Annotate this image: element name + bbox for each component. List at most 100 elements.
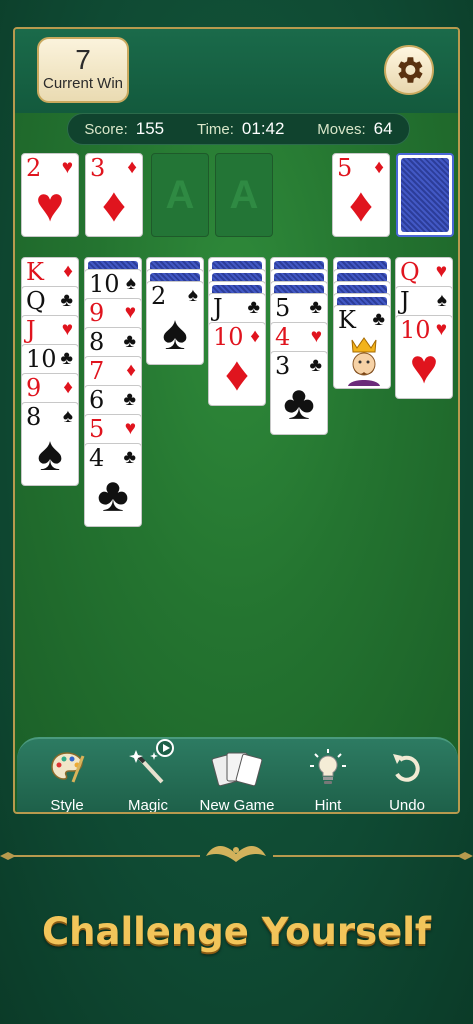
tableau-card[interactable]: 8 ♠ ♠ — [21, 402, 79, 486]
club-large-icon: ♣ — [283, 377, 315, 430]
moves-label: Moves: — [317, 121, 366, 138]
cards-icon — [211, 752, 263, 787]
heart-icon: ♥ — [61, 319, 73, 340]
score-stat: Score: 155 — [84, 119, 164, 139]
card-rank: Q — [400, 258, 420, 286]
card-rank: J — [400, 287, 410, 315]
tableau-card[interactable]: 4 ♣ ♣ — [84, 443, 142, 527]
diamond-icon: ♦ — [126, 360, 136, 381]
heart-icon: ♥ — [124, 302, 136, 323]
tableau-card[interactable]: K ♣ — [333, 305, 391, 389]
new-game-button[interactable]: New Game — [197, 747, 277, 812]
magic-button[interactable]: Magic — [108, 739, 188, 812]
app-background: 7 Current Win Score: 155 Time: 01:42 Moves… — [0, 0, 473, 1024]
settings-button[interactable] — [384, 45, 434, 95]
ornamental-divider — [0, 846, 473, 862]
style-button[interactable]: Style — [27, 747, 107, 814]
stats-bar: Score: 155 Time: 01:42 Moves: 64 — [67, 113, 410, 145]
card-rank: 8 — [89, 328, 105, 356]
time-value: 01:42 — [241, 119, 285, 138]
card-rank: 9 — [26, 374, 42, 402]
foundation-card[interactable]: 3 ♦ ♦ — [85, 153, 143, 237]
card-rank: 7 — [89, 357, 105, 385]
club-icon: ♣ — [60, 348, 73, 369]
current-win-value: 7 — [75, 44, 91, 75]
empty-foundation-slot[interactable]: A — [215, 153, 273, 237]
foundation-placeholder-label: A — [165, 172, 195, 217]
spade-large-icon: ♠ — [162, 307, 188, 360]
heart-icon: ♥ — [435, 319, 447, 340]
undo-button[interactable]: Undo — [367, 747, 447, 814]
card-rank: 3 — [275, 352, 291, 380]
heart-icon: ♥ — [310, 326, 322, 347]
hint-button[interactable]: Hint — [288, 747, 368, 812]
card-rank: 10 — [89, 270, 120, 298]
card-rank: K — [338, 306, 356, 334]
undo-label: Undo — [389, 797, 425, 814]
card-rank: J — [26, 316, 36, 344]
tableau-card[interactable]: 10 ♥ ♥ — [395, 315, 453, 399]
moves-value: 64 — [373, 119, 393, 138]
heart-icon: ♥ — [435, 261, 447, 282]
card-rank: Q — [26, 287, 46, 315]
card-rank: 4 — [89, 444, 105, 472]
heart-icon: ♥ — [124, 418, 136, 439]
diamond-large-icon: ♦ — [224, 348, 250, 401]
empty-foundation-slot[interactable]: A — [151, 153, 209, 237]
card-rank: K — [26, 258, 44, 286]
club-icon: ♣ — [309, 297, 322, 318]
card-rank: 10 — [26, 345, 57, 373]
foundation-card[interactable]: 2 ♥ ♥ — [21, 153, 79, 237]
diamond-icon: ♦ — [63, 377, 73, 398]
bottom-toolbar: Style Magic New Game Hint Undo — [17, 737, 458, 814]
diamond-icon: ♦ — [250, 326, 260, 347]
diamond-icon: ♦ — [127, 157, 137, 178]
tableau-card[interactable]: 3 ♣ ♣ — [270, 351, 328, 435]
tableau-card[interactable]: 2 ♠ ♠ — [146, 281, 204, 365]
club-icon: ♣ — [123, 447, 136, 468]
card-rank: 5 — [337, 154, 353, 182]
card-rank: 2 — [26, 154, 42, 182]
gear-icon — [398, 57, 423, 83]
score-value: 155 — [135, 119, 165, 138]
card-rank: 2 — [151, 282, 167, 310]
card-rank: 5 — [89, 415, 105, 443]
spade-icon: ♠ — [125, 273, 136, 294]
game-board: 7 Current Win Score: 155 Time: 01:42 Moves… — [13, 27, 460, 814]
moves-stat: Moves: 64 — [317, 119, 392, 139]
style-label: Style — [50, 797, 84, 814]
card-rank: J — [213, 294, 223, 322]
diamond-large-icon: ♦ — [348, 179, 374, 232]
waste-card[interactable]: 5 ♦ ♦ — [332, 153, 390, 237]
diamond-icon: ♦ — [374, 157, 384, 178]
spade-icon: ♠ — [62, 406, 73, 427]
spade-large-icon: ♠ — [37, 428, 63, 481]
club-icon: ♣ — [123, 331, 136, 352]
club-icon: ♣ — [309, 355, 322, 376]
time-stat: Time: 01:42 — [197, 119, 285, 139]
video-play-icon — [156, 739, 174, 757]
score-label: Score: — [84, 121, 128, 138]
diamond-icon: ♦ — [63, 261, 73, 282]
card-rank: 4 — [275, 323, 291, 351]
club-icon: ♣ — [123, 389, 136, 410]
spade-icon: ♠ — [436, 290, 447, 311]
foundation-placeholder-label: A — [229, 172, 259, 217]
king-face-icon — [348, 337, 380, 386]
card-rank: 10 — [400, 316, 431, 344]
club-icon: ♣ — [247, 297, 260, 318]
heart-large-icon: ♥ — [35, 179, 65, 232]
card-rank: 8 — [26, 403, 42, 431]
top-bar: 7 Current Win — [15, 29, 458, 113]
stock-pile[interactable] — [396, 153, 454, 237]
club-icon: ♣ — [372, 309, 385, 330]
lightbulb-icon — [310, 749, 346, 784]
card-rank: 9 — [89, 299, 105, 327]
diamond-large-icon: ♦ — [101, 179, 127, 232]
tableau-card[interactable]: 10 ♦ ♦ — [208, 322, 266, 406]
club-icon: ♣ — [60, 290, 73, 311]
card-rank: 6 — [89, 386, 105, 414]
club-large-icon: ♣ — [97, 469, 129, 522]
tagline: Challenge Yourself — [41, 910, 432, 953]
spade-icon: ♠ — [187, 285, 198, 306]
